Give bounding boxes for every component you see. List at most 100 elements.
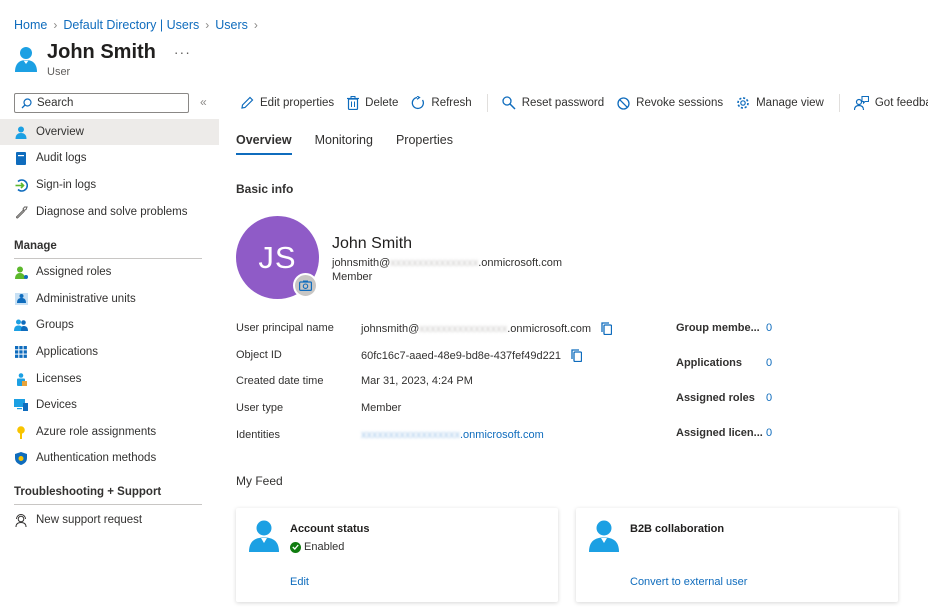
page-title: John Smith [47,41,156,63]
toolbar-divider [838,94,840,112]
stat-label-assigned-licenses: Assigned licen... [676,427,763,439]
prop-value-identities[interactable]: xxxxxxxxxxxxxxxxxx .onmicrosoft.com [361,429,544,441]
account-status: Enabled [290,541,344,553]
sidebar-item-diagnose[interactable]: Diagnose and solve problems [0,199,219,225]
applications-grid-icon [14,345,28,359]
email-suffix: .onmicrosoft.com [478,257,562,269]
prop-value-user-type: Member [361,402,402,414]
sidebar-item-sign-in-logs[interactable]: Sign-in logs [0,172,219,198]
assigned-roles-icon [14,265,28,279]
revoke-sessions-button[interactable]: Revoke sessions [617,96,724,110]
stat-value-group-memberships[interactable]: 0 [766,322,772,334]
upn-prefix: johnsmith@ [361,322,420,335]
sidebar-item-label: Audit logs [36,152,87,164]
sidebar-item-licenses[interactable]: Licenses [0,366,219,392]
convert-to-external-user-link[interactable]: Convert to external user [630,576,747,588]
card-title: Account status [290,523,370,535]
sidebar-item-label: New support request [36,514,143,526]
sidebar-item-label: Groups [36,319,74,331]
account-status-card: Account status Enabled Edit [236,508,558,602]
manage-view-button[interactable]: Manage view [736,96,824,110]
reset-password-label: Reset password [521,97,605,109]
sidebar-item-label: Diagnose and solve problems [36,206,188,218]
redacted-text: xxxxxxxxxxxxxxxx [419,322,508,335]
delete-button[interactable]: Delete [347,96,398,110]
my-feed-title: My Feed [236,474,283,488]
prop-value-created: Mar 31, 2023, 4:24 PM [361,375,473,387]
prop-label-object-id: Object ID [236,349,282,361]
stat-value-assigned-licenses[interactable]: 0 [766,427,772,439]
divider [14,504,202,505]
section-title-manage: Manage [14,240,57,252]
sidebar-item-administrative-units[interactable]: Administrative units [0,286,219,312]
sidebar-item-overview[interactable]: Overview [0,119,219,145]
collapse-sidebar-button[interactable]: « [200,95,207,109]
camera-icon [299,280,312,291]
status-text: Enabled [304,541,345,553]
object-id-value: 60fc16c7-aaed-48e9-bd8e-437fef49d221 [361,349,561,362]
gear-icon [737,97,749,109]
breadcrumb-users[interactable]: Users [215,18,248,32]
refresh-button[interactable]: Refresh [411,96,472,110]
sidebar-item-groups[interactable]: Groups [0,312,219,338]
tab-monitoring[interactable]: Monitoring [315,133,373,155]
tab-overview[interactable]: Overview [236,133,292,155]
profile-name: John Smith [332,235,413,252]
user-icon [249,520,279,552]
chevron-right-icon: › [53,18,58,32]
sidebar-item-azure-role-assignments[interactable]: Azure role assignments [0,419,219,445]
sidebar-item-label: Azure role assignments [36,426,157,438]
upn-suffix: .onmicrosoft.com [507,322,591,335]
sidebar-item-devices[interactable]: Devices [0,392,219,418]
edit-account-status-link[interactable]: Edit [290,576,309,588]
reset-password-button[interactable]: Reset password [502,96,604,110]
toolbar-divider [486,94,488,112]
identities-suffix: .onmicrosoft.com [460,429,544,441]
sidebar-item-new-support-request[interactable]: New support request [0,507,219,533]
sidebar-item-label: Administrative units [36,293,136,305]
sidebar-item-label: Devices [36,399,77,411]
shield-icon [14,451,28,465]
copy-object-id-button[interactable] [571,349,582,362]
feedback-button[interactable]: Got feedback? [853,96,928,110]
b2b-collaboration-card: B2B collaboration Convert to external us… [576,508,898,602]
check-circle-icon [290,541,301,553]
edit-properties-button[interactable]: Edit properties [240,96,334,110]
audit-log-icon [14,151,28,165]
key-search-icon [502,96,516,110]
feedback-label: Got feedback? [874,97,928,109]
sidebar-item-audit-logs[interactable]: Audit logs [0,145,219,171]
trash-icon [347,96,360,110]
stat-value-assigned-roles[interactable]: 0 [766,392,772,404]
sidebar-item-assigned-roles[interactable]: Assigned roles [0,259,219,285]
groups-icon [14,318,28,332]
licenses-icon [14,372,28,386]
sidebar-item-label: Sign-in logs [36,179,97,191]
devices-icon [14,398,28,412]
sidebar-item-label: Licenses [36,373,82,385]
card-title: B2B collaboration [630,523,725,535]
support-person-icon [14,513,28,527]
change-photo-button[interactable] [293,273,318,298]
tab-properties[interactable]: Properties [396,133,453,155]
stat-value-applications[interactable]: 0 [766,357,772,369]
admin-units-icon [14,292,28,306]
key-icon [14,425,28,439]
prop-value-upn: johnsmith@ xxxxxxxxxxxxxxxx .onmicrosoft.c… [361,322,612,335]
sidebar-item-applications[interactable]: Applications [0,339,219,365]
search-box[interactable] [14,93,189,113]
sidebar-item-authentication-methods[interactable]: Authentication methods [0,445,219,471]
more-options-button[interactable]: ··· [174,44,191,60]
email-prefix: johnsmith@ [332,257,391,269]
search-input[interactable] [37,97,177,109]
section-title-troubleshooting: Troubleshooting + Support [14,486,162,498]
stat-label-assigned-roles: Assigned roles [676,392,755,404]
stat-label-applications: Applications [676,357,743,369]
sign-in-icon [14,178,28,192]
copy-upn-button[interactable] [601,322,612,335]
feedback-icon [853,96,869,110]
breadcrumb-default-directory-users[interactable]: Default Directory | Users [63,18,199,32]
breadcrumb-home[interactable]: Home [14,18,47,32]
revoke-sessions-label: Revoke sessions [636,97,724,109]
search-icon [21,97,32,108]
